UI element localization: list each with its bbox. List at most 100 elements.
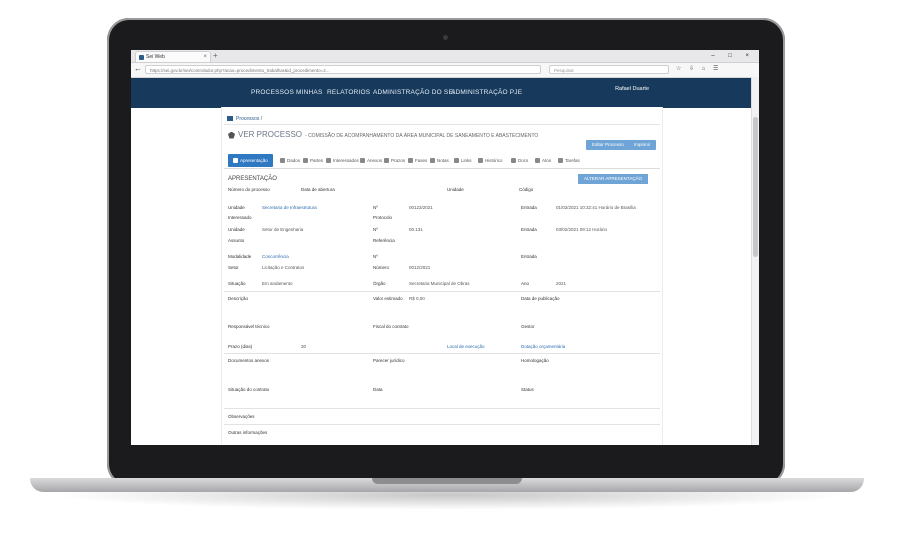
scrollbar[interactable]	[751, 77, 759, 445]
field-value[interactable]: Dotação orçamentária	[521, 344, 565, 349]
field-value: R$ 0,00	[409, 296, 425, 301]
field-label: Órgão	[373, 281, 386, 286]
field-label: Fiscal do contrato	[373, 324, 409, 329]
field-label: Prazo (dias)	[228, 344, 253, 349]
back-icon[interactable]: ←	[134, 64, 142, 73]
field-value: 00.131	[409, 227, 423, 232]
field-label: Unidade	[447, 187, 464, 192]
tab-label: Notas	[437, 158, 449, 163]
close-tab-icon[interactable]: ×	[203, 52, 207, 63]
search-input[interactable]: Pesquisar	[549, 65, 669, 74]
tab-fases[interactable]: Fases	[408, 154, 427, 167]
tab-label: Apresentação	[240, 158, 268, 163]
tab-dados[interactable]: Dados	[280, 154, 300, 167]
scrollbar-thumb[interactable]	[753, 117, 758, 257]
divider	[224, 124, 660, 125]
field-value: Licitação e Contratos	[262, 265, 305, 270]
field-label: Assunto	[228, 238, 245, 243]
tab-icon	[454, 158, 459, 164]
field-label: Parecer jurídico	[373, 358, 405, 363]
field-label: Nº	[373, 254, 378, 259]
tab-links[interactable]: Links	[454, 154, 472, 167]
browser-titlebar: Sei Web × + – □ ×	[131, 50, 759, 63]
window-controls[interactable]: – □ ×	[711, 50, 755, 62]
field-label: Entrada	[521, 227, 537, 232]
field-label: Interessado	[228, 215, 252, 220]
tab-label: Partes	[310, 158, 324, 163]
screen: Sei Web × + – □ × ← https://sei.gov.br/s…	[131, 50, 759, 445]
field-label: Número do processo	[228, 187, 270, 192]
field-label: Unidade	[228, 205, 245, 210]
tab-anexos[interactable]: Anexos	[360, 154, 382, 167]
browser-tab[interactable]: Sei Web ×	[135, 51, 211, 62]
nav-item-minhas[interactable]: MINHAS	[296, 78, 322, 108]
field-label: Setor	[228, 265, 239, 270]
field-label: Nº	[373, 227, 378, 232]
edit-process-button[interactable]: Editar Processo	[586, 140, 630, 150]
field-label: Protocolo	[373, 215, 393, 220]
print-button[interactable]: Imprimir	[628, 140, 657, 150]
nav-item-admin-pje[interactable]: ADMINISTRAÇÃO PJE	[451, 78, 522, 108]
section-title: APRESENTAÇÃO	[228, 176, 277, 182]
tab-label: Docs	[518, 158, 529, 163]
toolbar-icons[interactable]: ☆ ⇩ ⌂ ☰	[676, 65, 721, 72]
tab-apresentacao[interactable]: Apresentação	[228, 154, 273, 167]
divider	[224, 408, 660, 409]
tab-atos[interactable]: Atos	[535, 154, 551, 167]
laptop-chin	[110, 445, 782, 473]
field-label: Entrada	[521, 254, 537, 259]
field-label: Responsável técnico	[228, 324, 270, 329]
page-subtitle: - COMISSÃO DE ACOMPANHAMENTO DA ÁREA MUN…	[305, 133, 539, 139]
field-value: Em andamento	[262, 281, 293, 286]
field-label: Modalidade	[228, 254, 252, 259]
nav-item-admin-sei[interactable]: ADMINISTRAÇÃO DO SEI	[373, 78, 455, 108]
field-label: Nº	[373, 205, 378, 210]
new-tab-icon[interactable]: +	[213, 50, 218, 62]
tab-label: Links	[461, 158, 472, 163]
laptop-notch	[372, 478, 522, 484]
field-value[interactable]: Secretaria de Infraestrutura	[262, 205, 317, 210]
field-label: Data de publicação	[521, 296, 560, 301]
tab-icon	[326, 158, 331, 164]
tab-docs[interactable]: Docs	[511, 154, 528, 167]
home-icon[interactable]	[227, 116, 233, 122]
tab-historico[interactable]: Histórico	[478, 154, 503, 167]
breadcrumb: Processos /	[227, 116, 262, 122]
tab-label: Atos	[542, 158, 552, 163]
breadcrumb-home[interactable]: Processos	[236, 116, 259, 122]
tab-notas[interactable]: Notas	[430, 154, 449, 167]
tab-partes[interactable]: Partes	[303, 154, 323, 167]
field-label: Unidade	[228, 227, 245, 232]
tab-interessados[interactable]: Interessados	[326, 154, 359, 167]
favicon-icon	[139, 55, 144, 60]
tab-icon	[408, 158, 413, 164]
field-value: 2021	[556, 281, 567, 286]
tab-icon	[535, 158, 540, 164]
alter-presentation-button[interactable]: ALTERAR APRESENTAÇÃO	[578, 174, 649, 184]
field-label[interactable]: Local de execução	[447, 344, 485, 349]
divider	[224, 353, 660, 354]
user-menu[interactable]: Rafael Duarte	[615, 78, 649, 100]
divider	[224, 424, 660, 425]
tab-icon	[430, 158, 435, 164]
camera-icon	[443, 35, 448, 40]
field-label: Descrição	[228, 296, 249, 301]
field-value: Setor de Engenharia	[262, 227, 304, 232]
field-label: Outras informações	[228, 430, 268, 435]
tab-icon	[511, 158, 516, 164]
address-bar[interactable]: https://sei.gov.br/sei/controlador.php?a…	[145, 65, 541, 74]
field-label: Documentos anexos	[228, 358, 270, 363]
tab-label: Dados	[287, 158, 301, 163]
tab-icon	[233, 158, 238, 164]
tab-tarefas[interactable]: Tarefas	[558, 154, 580, 167]
tab-label: Histórico	[485, 158, 503, 163]
field-value[interactable]: Concorrência	[262, 254, 289, 259]
divider	[224, 291, 660, 292]
tab-label: Prazos	[391, 158, 406, 163]
nav-item-relatorios[interactable]: RELATORIOS	[327, 78, 370, 108]
nav-item-processos[interactable]: PROCESSOS	[251, 78, 294, 108]
process-icon	[228, 131, 235, 139]
tab-prazos[interactable]: Prazos	[384, 154, 405, 167]
tab-icon	[280, 158, 285, 164]
tab-label: Interessados	[333, 158, 359, 163]
